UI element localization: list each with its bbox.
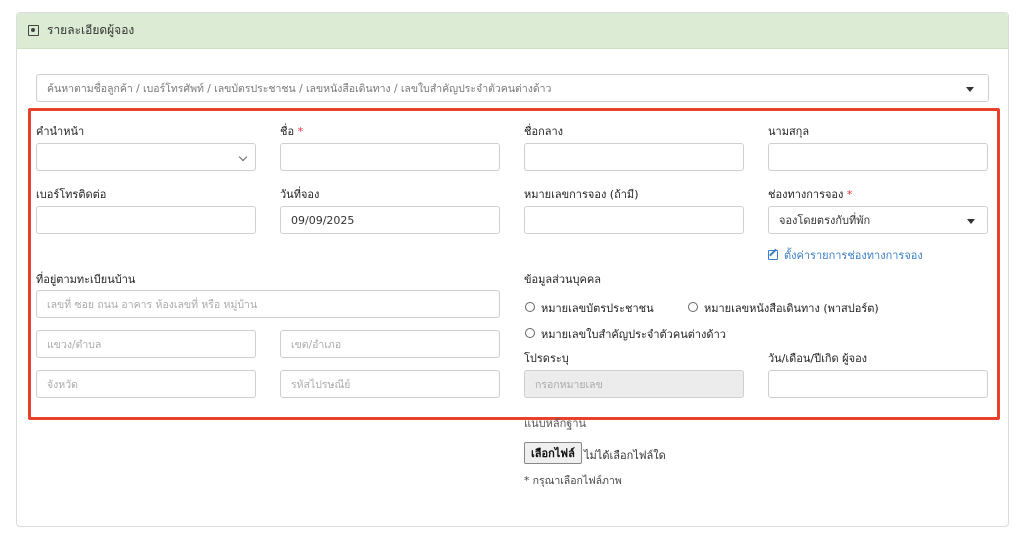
district-placeholder: เขต/อำเภอ — [291, 338, 342, 351]
address-placeholder: เลขที่ ซอย ถนน อาคาร ห้องเลขที่ หรือ หมู… — [47, 298, 258, 311]
phone-label: เบอร์โทรติดต่อ — [36, 188, 107, 201]
phone-input[interactable] — [36, 206, 256, 234]
customer-search-select[interactable]: ค้นหาตามชื่อลูกค้า / เบอร์โทรศัพท์ / เลข… — [36, 74, 989, 102]
dob-input[interactable] — [768, 370, 988, 398]
passport-radio[interactable] — [688, 302, 698, 312]
booking-date-input[interactable]: 09/09/2025 — [280, 206, 500, 234]
contact-card-icon — [28, 25, 39, 36]
alien-id-radio-label: หมายเลขใบสำคัญประจำตัวคนต่างด้าว — [541, 328, 726, 341]
channel-settings-link[interactable]: ตั้งค่ารายการช่องทางการจอง — [768, 246, 923, 264]
evidence-label: แนบหลักฐาน — [524, 417, 587, 430]
personal-info-label: ข้อมูลส่วนบุคคล — [524, 273, 601, 286]
province-placeholder: จังหวัด — [47, 378, 78, 391]
dropdown-caret-icon — [967, 219, 975, 224]
required-mark: * — [297, 125, 304, 138]
postcode-placeholder: รหัสไปรษณีย์ — [291, 378, 351, 391]
card-header: รายละเอียดผู้จอง — [17, 13, 1008, 49]
dob-label: วัน/เดือน/ปีเกิด ผู้จอง — [768, 352, 868, 365]
middle-name-input[interactable] — [524, 143, 744, 171]
file-status: ไม่ได้เลือกไฟล์ใด — [584, 449, 666, 462]
channel-settings-link-text: ตั้งค่ารายการช่องทางการจอง — [784, 249, 923, 262]
required-mark: * — [846, 188, 853, 201]
title-prefix-label: คำนำหน้า — [36, 125, 85, 138]
middle-name-label: ชื่อกลาง — [524, 125, 564, 138]
specify-label: โปรดระบุ — [524, 352, 569, 365]
district-input[interactable]: เขต/อำเภอ — [280, 330, 500, 358]
last-name-label: นามสกุล — [768, 125, 810, 138]
id-card-radio-label: หมายเลขบัตรประชาชน — [541, 302, 654, 315]
first-name-input[interactable] — [280, 143, 500, 171]
first-name-label-text: ชื่อ — [280, 125, 295, 138]
booking-number-label: หมายเลขการจอง (ถ้ามี) — [524, 188, 639, 201]
booking-number-input[interactable] — [524, 206, 744, 234]
passport-radio-label: หมายเลขหนังสือเดินทาง (พาสปอร์ต) — [704, 302, 879, 315]
subdistrict-input[interactable]: แขวง/ตำบล — [36, 330, 256, 358]
address-input[interactable]: เลขที่ ซอย ถนน อาคาร ห้องเลขที่ หรือ หมู… — [36, 290, 500, 318]
id-card-radio[interactable] — [525, 302, 535, 312]
first-name-label: ชื่อ * — [280, 122, 303, 140]
booking-date-value: 09/09/2025 — [291, 213, 355, 227]
id-number-input[interactable]: กรอกหมายเลข — [524, 370, 744, 398]
title-prefix-select[interactable] — [36, 143, 256, 171]
booking-channel-label-text: ช่องทางการจอง — [768, 188, 844, 201]
search-placeholder: ค้นหาตามชื่อลูกค้า / เบอร์โทรศัพท์ / เลข… — [47, 82, 552, 95]
booking-channel-select[interactable]: จองโดยตรงกับที่พัก — [768, 206, 988, 234]
subdistrict-placeholder: แขวง/ตำบล — [47, 338, 102, 351]
alien-id-radio[interactable] — [525, 328, 535, 338]
booking-channel-value: จองโดยตรงกับที่พัก — [779, 214, 871, 227]
postcode-input[interactable]: รหัสไปรษณีย์ — [280, 370, 500, 398]
id-number-placeholder: กรอกหมายเลข — [535, 378, 603, 391]
last-name-input[interactable] — [768, 143, 988, 171]
chevron-down-icon — [238, 152, 248, 162]
card-title: รายละเอียดผู้จอง — [47, 23, 135, 37]
booking-channel-label: ช่องทางการจอง * — [768, 185, 852, 203]
dropdown-caret-icon — [966, 87, 974, 92]
booking-date-label: วันที่จอง — [280, 188, 320, 201]
file-note: * กรุณาเลือกไฟล์ภาพ — [524, 475, 622, 487]
choose-file-button[interactable]: เลือกไฟล์ — [524, 442, 582, 464]
province-input[interactable]: จังหวัด — [36, 370, 256, 398]
edit-icon — [768, 250, 778, 260]
address-label: ที่อยู่ตามทะเบียนบ้าน — [36, 273, 136, 286]
